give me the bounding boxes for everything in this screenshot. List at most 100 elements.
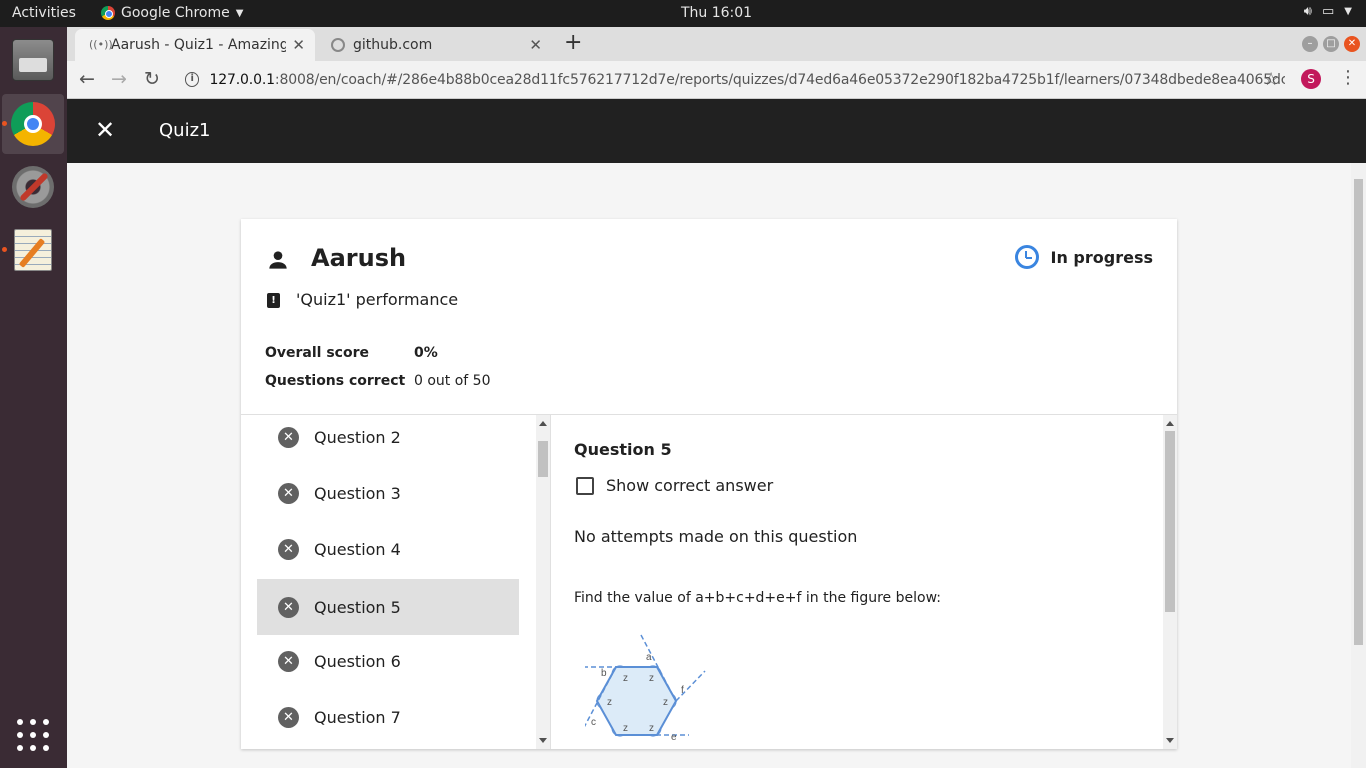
no-attempts-message: No attempts made on this question bbox=[574, 527, 858, 546]
profile-avatar[interactable]: S bbox=[1301, 69, 1321, 89]
tab-title: github.com bbox=[353, 37, 433, 53]
scrollbar-thumb[interactable] bbox=[1354, 179, 1363, 645]
volume-icon: 🔊︎ bbox=[1303, 4, 1312, 19]
running-indicator bbox=[2, 121, 7, 126]
questions-correct-label: Questions correct bbox=[265, 373, 406, 389]
incorrect-icon: ✕ bbox=[278, 596, 299, 618]
scrollbar-thumb[interactable] bbox=[538, 441, 548, 477]
close-tab-icon[interactable]: ✕ bbox=[292, 36, 305, 54]
window-close-button[interactable]: ✕ bbox=[1344, 36, 1360, 52]
scroll-down-arrow-icon[interactable] bbox=[539, 738, 547, 743]
close-tab-icon[interactable]: ✕ bbox=[529, 36, 542, 54]
reload-button[interactable]: ↻ bbox=[144, 68, 160, 90]
dock-chrome[interactable] bbox=[2, 94, 64, 154]
figure-label-z: z bbox=[623, 673, 628, 684]
address-bar[interactable]: i 127.0.0.1:8008/en/coach/#/286e4b88b0ce… bbox=[175, 65, 1285, 94]
tab-github[interactable]: github.com ✕ bbox=[317, 29, 552, 61]
question-label: Question 5 bbox=[314, 597, 401, 617]
question-label: Question 4 bbox=[314, 539, 401, 559]
learner-name: Aarush bbox=[311, 244, 407, 272]
maximize-button[interactable]: □ bbox=[1323, 36, 1339, 52]
app-bar: ✕ Quiz1 bbox=[67, 99, 1366, 163]
overall-score-value: 0% bbox=[414, 345, 438, 361]
tab-title: Aarush - Quiz1 - Amazing bbox=[111, 37, 287, 53]
figure-label-z: z bbox=[649, 723, 654, 734]
chrome-menu-icon[interactable]: ⋮ bbox=[1339, 67, 1357, 88]
figure-label-z: z bbox=[649, 673, 654, 684]
url-host: 127.0.0.1 bbox=[209, 71, 275, 88]
bookmark-star-icon[interactable]: ☆ bbox=[1263, 69, 1279, 90]
back-button[interactable]: ← bbox=[79, 68, 95, 90]
main-content: Aarush In progress 'Quiz1' performance O… bbox=[67, 163, 1366, 768]
question-label: Question 6 bbox=[314, 651, 401, 671]
text-editor-icon bbox=[14, 229, 52, 271]
score-summary: Overall score 0% Questions correct 0 out… bbox=[265, 339, 491, 395]
figure-label-e: e bbox=[671, 732, 677, 743]
show-correct-answer-toggle[interactable]: Show correct answer bbox=[576, 476, 773, 495]
incorrect-icon: ✕ bbox=[278, 706, 299, 728]
hexagon-figure: a b c e f z z z z z z bbox=[585, 634, 706, 743]
scroll-up-arrow-icon[interactable] bbox=[539, 421, 547, 426]
clock-icon bbox=[1014, 245, 1039, 269]
question-list-scrollbar[interactable] bbox=[536, 415, 550, 749]
overall-score-label: Overall score bbox=[265, 345, 369, 361]
running-indicator bbox=[2, 247, 7, 252]
question-item-3[interactable]: ✕ Question 3 bbox=[257, 465, 519, 521]
system-tray[interactable]: 🔊︎ ▭ ▼ bbox=[1304, 4, 1352, 19]
app-menu[interactable]: Google Chrome ▼ bbox=[101, 5, 243, 21]
incorrect-icon: ✕ bbox=[278, 650, 299, 672]
info-icon[interactable]: i bbox=[185, 72, 200, 87]
figure-label-b: b bbox=[601, 668, 607, 679]
learner-report-card: Aarush In progress 'Quiz1' performance O… bbox=[241, 219, 1177, 749]
close-icon[interactable]: ✕ bbox=[95, 117, 115, 143]
minimize-button[interactable]: – bbox=[1302, 36, 1318, 52]
question-label: Question 3 bbox=[314, 483, 401, 503]
question-item-6[interactable]: ✕ Question 6 bbox=[257, 633, 519, 689]
figure-label-f: f bbox=[681, 685, 684, 696]
question-list: ✕ Question 2 ✕ Question 3 ✕ Question 4 ✕… bbox=[241, 415, 550, 749]
person-icon bbox=[269, 251, 287, 269]
page-scrollbar[interactable] bbox=[1351, 163, 1366, 768]
activities-button[interactable]: Activities bbox=[12, 5, 76, 21]
dock-settings[interactable] bbox=[2, 157, 64, 217]
question-detail: Question 5 Show correct answer No attemp… bbox=[551, 415, 1163, 749]
globe-icon bbox=[331, 38, 345, 52]
chevron-down-icon: ▼ bbox=[235, 7, 244, 19]
dock-text-editor[interactable] bbox=[2, 220, 64, 280]
chevron-down-icon: ▼ bbox=[1344, 6, 1352, 17]
window-controls: – □ ✕ bbox=[1302, 36, 1360, 52]
scroll-down-arrow-icon[interactable] bbox=[1166, 738, 1174, 743]
app-menu-label: Google Chrome bbox=[121, 5, 230, 21]
figure-label-c: c bbox=[591, 717, 596, 728]
question-item-2[interactable]: ✕ Question 2 bbox=[257, 415, 519, 465]
system-clock[interactable]: Thu 16:01 bbox=[681, 5, 752, 21]
incorrect-icon: ✕ bbox=[278, 482, 299, 504]
question-item-5[interactable]: ✕ Question 5 bbox=[257, 579, 519, 635]
settings-icon bbox=[12, 166, 54, 208]
new-tab-button[interactable]: + bbox=[564, 32, 582, 54]
url-path: :8008/en/coach/#/286e4b88b0cea28d11fc576… bbox=[274, 71, 1285, 88]
figure-label-z: z bbox=[663, 697, 668, 708]
tab-kolibri[interactable]: ((•)) Aarush - Quiz1 - Amazing ✕ bbox=[75, 29, 315, 61]
chrome-icon bbox=[101, 6, 115, 20]
scrollbar-thumb[interactable] bbox=[1165, 431, 1175, 612]
scroll-up-arrow-icon[interactable] bbox=[1166, 421, 1174, 426]
status-badge: In progress bbox=[1014, 245, 1153, 269]
question-detail-scrollbar[interactable] bbox=[1163, 415, 1177, 749]
question-item-7[interactable]: ✕ Question 7 bbox=[257, 689, 519, 745]
question-item-4[interactable]: ✕ Question 4 bbox=[257, 521, 519, 577]
dock-files[interactable] bbox=[2, 30, 64, 90]
figure-label-a: a bbox=[646, 652, 652, 663]
forward-button[interactable]: → bbox=[111, 68, 127, 90]
dock bbox=[0, 27, 67, 768]
url-text: 127.0.0.1:8008/en/coach/#/286e4b88b0cea2… bbox=[209, 72, 1285, 88]
question-label: Question 7 bbox=[314, 707, 401, 727]
incorrect-icon: ✕ bbox=[278, 538, 299, 560]
browser-toolbar: ← → ↻ i 127.0.0.1:8008/en/coach/#/286e4b… bbox=[67, 61, 1366, 99]
question-label: Question 2 bbox=[314, 427, 401, 447]
incorrect-icon: ✕ bbox=[278, 426, 299, 448]
checkbox[interactable] bbox=[576, 476, 594, 495]
show-applications-icon[interactable] bbox=[17, 719, 49, 751]
tab-strip: ((•)) Aarush - Quiz1 - Amazing ✕ github.… bbox=[67, 27, 1366, 61]
question-title: Question 5 bbox=[574, 440, 672, 459]
